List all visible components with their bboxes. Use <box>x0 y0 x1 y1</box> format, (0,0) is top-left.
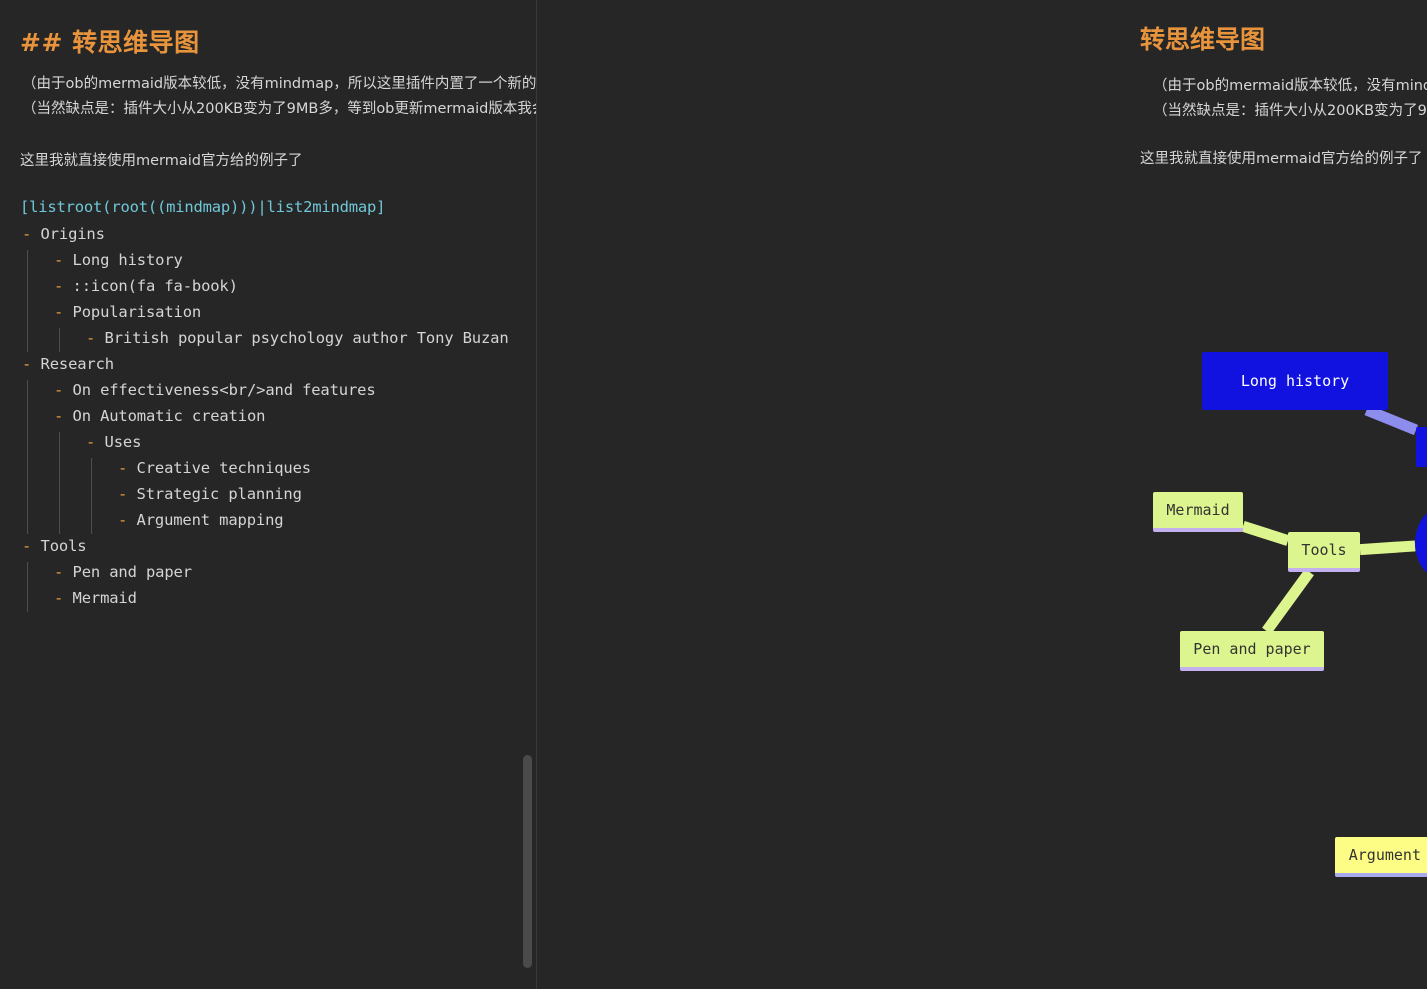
list-item-label: Mermaid <box>63 589 137 607</box>
list-item-label: Origins <box>31 225 105 243</box>
mermaid-mindmap-diagram[interactable]: mindmapOriginsLong historyPopularisation… <box>1074 185 1427 989</box>
list-bullet-icon: - <box>54 407 64 425</box>
markdown-source-pane[interactable]: ## 转思维导图 （由于ob的mermaid版本较低，没有mindmap，所以这… <box>0 0 537 989</box>
list-bullet-icon: - <box>54 251 64 269</box>
mindmap-node-origins[interactable]: Origins <box>1416 427 1427 467</box>
indent-guide-line <box>59 328 60 352</box>
list-bullet-icon: - <box>54 589 64 607</box>
list-item[interactable]: - British popular psychology author Tony… <box>0 328 537 354</box>
vertical-scrollbar-thumb[interactable] <box>523 755 532 968</box>
mindmap-node-tools[interactable]: Tools <box>1288 532 1360 572</box>
preview-paragraph-line: （当然缺点是：插件大小从200KB变为了9MB多，等到ob更新mermaid版本… <box>1153 103 1427 119</box>
list-bullet-icon: - <box>54 277 64 295</box>
mindmap-node-penandpaper[interactable]: Pen and paper <box>1180 631 1324 671</box>
mindmap-edge <box>1364 404 1419 436</box>
list-bullet-icon: - <box>118 511 128 529</box>
preview-intro-text: 这里我就直接使用mermaid官方给的例子了 <box>1140 151 1423 167</box>
mindmap-edge <box>1241 521 1290 546</box>
source-paragraph-line: （由于ob的mermaid版本较低，没有mindmap，所以这里插件内置了一个新… <box>22 76 537 92</box>
list-item-label: Argument mapping <box>127 511 284 529</box>
list-item[interactable]: - Long history <box>0 250 537 276</box>
list-bullet-icon: - <box>118 459 128 477</box>
mindmap-code-header: [listroot(root((mindmap)))|list2mindmap] <box>20 198 386 216</box>
list-bullet-icon: - <box>54 303 64 321</box>
list-item-label: British popular psychology author Tony B… <box>95 329 509 347</box>
list-item-label: Pen and paper <box>63 563 193 581</box>
indent-guide-line <box>27 380 28 534</box>
source-paragraph-line: （当然缺点是：插件大小从200KB变为了9MB多，等到ob更新mermaid版本… <box>22 101 537 117</box>
page-title-source: ## 转思维导图 <box>20 28 200 57</box>
mindmap-edge <box>1359 540 1416 556</box>
mindmap-node-longhistory[interactable]: Long history <box>1202 352 1388 410</box>
list-item[interactable]: - Popularisation <box>0 302 537 328</box>
mindmap-node-argument[interactable]: Argument mapping <box>1335 837 1427 877</box>
list-item[interactable]: - ::icon(fa fa-book) <box>0 276 537 302</box>
list-item[interactable]: - Uses <box>0 432 537 458</box>
pane-divider[interactable] <box>536 0 537 989</box>
list-item-label: Tools <box>31 537 87 555</box>
list-bullet-icon: - <box>22 537 32 555</box>
indent-guide-line <box>27 562 28 612</box>
list-item[interactable]: - Tools <box>0 536 537 562</box>
list-item-label: On Automatic creation <box>63 407 266 425</box>
source-intro-text: 这里我就直接使用mermaid官方给的例子了 <box>20 153 303 169</box>
list-bullet-icon: - <box>22 355 32 373</box>
list-item-label: On effectiveness<br/>and features <box>63 381 376 399</box>
list-item[interactable]: - Mermaid <box>0 588 537 614</box>
mindmap-source-list[interactable]: - Origins - Long history - ::icon(fa fa-bo… <box>0 224 537 614</box>
app-root: ## 转思维导图 （由于ob的mermaid版本较低，没有mindmap，所以这… <box>0 0 1427 989</box>
source-paragraph-block: （由于ob的mermaid版本较低，没有mindmap，所以这里插件内置了一个新… <box>22 72 537 122</box>
list-item[interactable]: - Creative techniques <box>0 458 537 484</box>
indent-guide-line <box>59 432 60 534</box>
list-item[interactable]: - On Automatic creation <box>0 406 537 432</box>
list-bullet-icon: - <box>86 329 96 347</box>
list-bullet-icon: - <box>54 563 64 581</box>
list-item-label: Creative techniques <box>127 459 312 477</box>
list-item-label: Strategic planning <box>127 485 302 503</box>
list-item-label: ::icon(fa fa-book) <box>63 277 238 295</box>
list-item[interactable]: - Strategic planning <box>0 484 537 510</box>
list-item[interactable]: - Origins <box>0 224 537 250</box>
indent-guide-line <box>27 250 28 352</box>
list-item[interactable]: - Argument mapping <box>0 510 537 536</box>
list-item[interactable]: - Pen and paper <box>0 562 537 588</box>
list-item[interactable]: - On effectiveness<br/>and features <box>0 380 537 406</box>
list-bullet-icon: - <box>86 433 96 451</box>
list-bullet-icon: - <box>118 485 128 503</box>
list-item[interactable]: - Research <box>0 354 537 380</box>
list-item-label: Long history <box>63 251 183 269</box>
mindmap-node-mermaid[interactable]: Mermaid <box>1153 492 1243 532</box>
list-item-label: Uses <box>95 433 142 451</box>
list-item-label: Popularisation <box>63 303 202 321</box>
list-bullet-icon: - <box>22 225 32 243</box>
markdown-preview-pane[interactable]: 转思维导图 （由于ob的mermaid版本较低，没有mindmap，所以这里插件… <box>537 0 1427 989</box>
page-title-preview: 转思维导图 <box>1140 25 1266 54</box>
preview-paragraph-line: （由于ob的mermaid版本较低，没有mindmap，所以这里插件内置了一个新… <box>1153 78 1427 94</box>
preview-paragraph-block: （由于ob的mermaid版本较低，没有mindmap，所以这里插件内置了一个新… <box>1153 74 1427 124</box>
list-bullet-icon: - <box>54 381 64 399</box>
indent-guide-line <box>91 458 92 534</box>
mindmap-edge <box>1262 568 1314 635</box>
list-item-label: Research <box>31 355 115 373</box>
